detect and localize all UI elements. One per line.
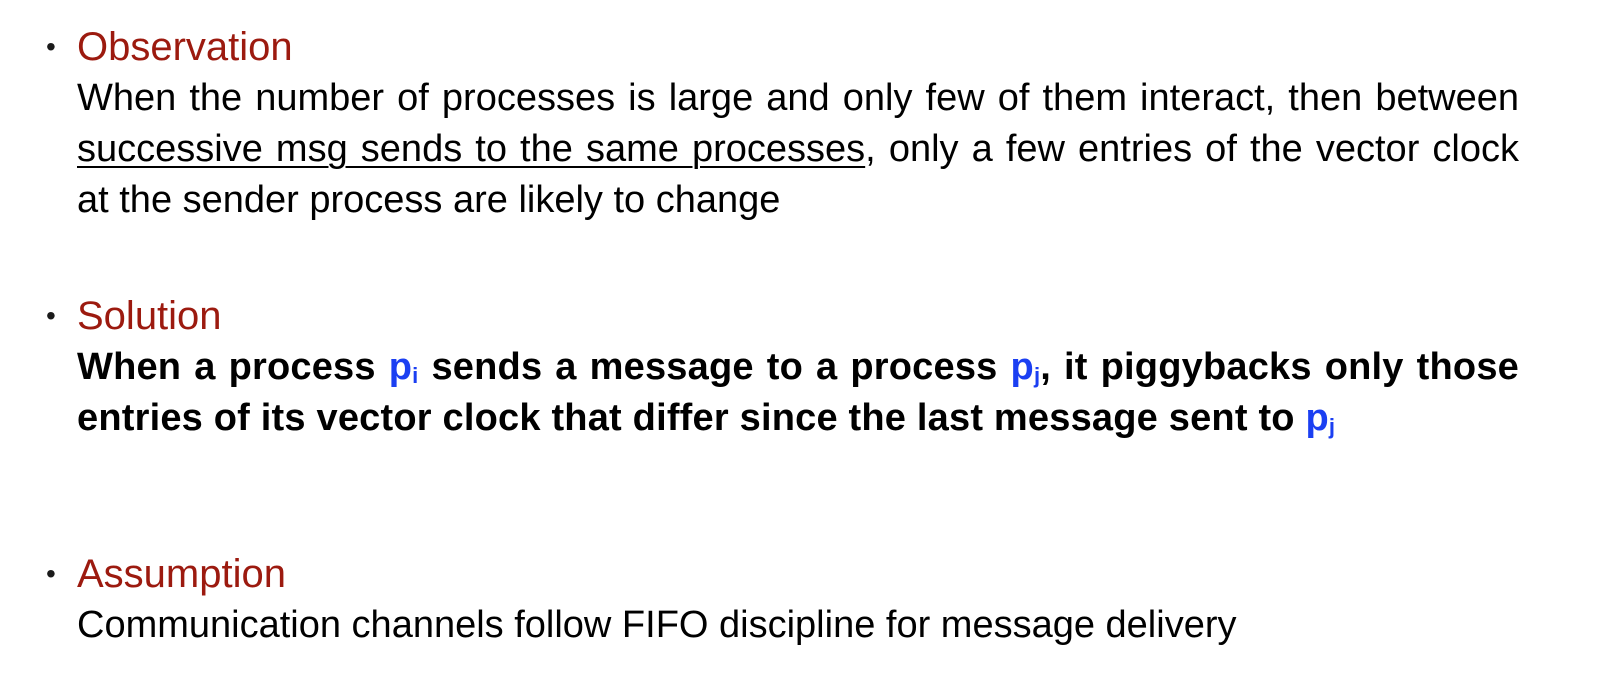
bullet-icon: • (46, 31, 56, 62)
observation-underlined-text: successive msg sends to the same process… (77, 128, 866, 170)
assumption-header: • Assumption (46, 548, 1586, 600)
solution-text: When a process pi sends a message to a p… (77, 342, 1519, 444)
solution-text-part-1: When a process (77, 346, 389, 388)
process-pj-final: pj (1305, 397, 1335, 439)
process-pj: pj (1011, 346, 1041, 388)
process-pj-final-letter: p (1305, 397, 1329, 439)
observation-text: When the number of processes is large an… (77, 73, 1519, 226)
solution-title: Solution (77, 294, 222, 338)
process-pi: pi (389, 346, 419, 388)
assumption-title: Assumption (77, 552, 286, 596)
bullet-icon: • (46, 558, 56, 589)
observation-text-part-1: When the number of processes is large an… (77, 77, 1519, 119)
observation-header: • Observation (46, 21, 1586, 73)
solution-text-part-2: sends a message to a process (418, 346, 1011, 388)
slide: • Observation When the number of process… (0, 0, 1619, 688)
process-pj-final-subscript: j (1328, 414, 1336, 439)
bullet-icon: • (46, 300, 56, 331)
observation-title: Observation (77, 25, 293, 69)
process-pi-letter: p (388, 346, 413, 388)
assumption-bullet: • Assumption Communication channels foll… (46, 548, 1586, 651)
solution-bullet: • Solution When a process pi sends a mes… (46, 290, 1586, 444)
observation-bullet: • Observation When the number of process… (46, 21, 1586, 226)
process-pj-letter: p (1010, 346, 1034, 388)
assumption-text: Communication channels follow FIFO disci… (77, 604, 1237, 646)
solution-header: • Solution (46, 290, 1586, 342)
